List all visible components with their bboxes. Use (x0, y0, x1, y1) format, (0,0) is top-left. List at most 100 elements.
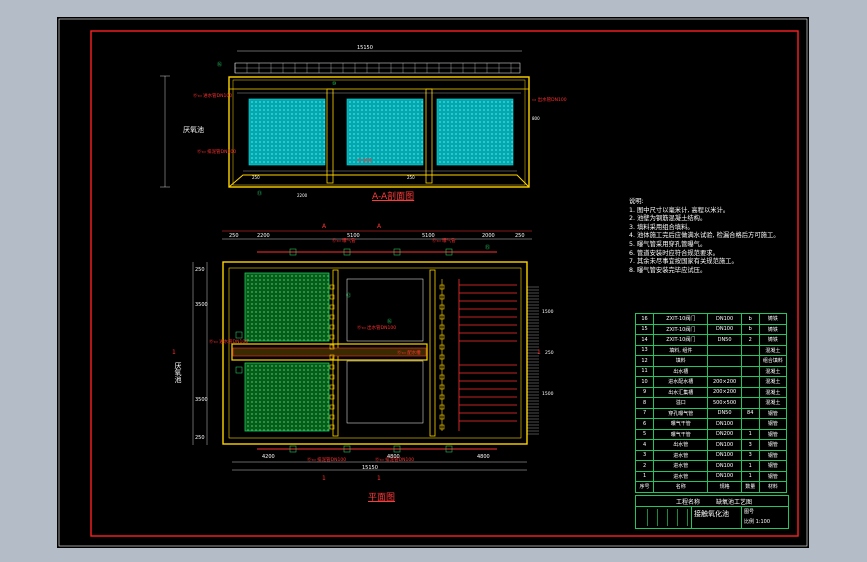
parts-table-cell: DN100 (707, 439, 742, 451)
parts-table-cell: 钢管 (758, 460, 788, 472)
parts-table-cell: 名称 (653, 481, 709, 493)
svg-text:1: 1 (172, 349, 176, 356)
parts-table-cell (707, 365, 742, 377)
parts-table-cell: 6 (634, 418, 655, 430)
parts-table-cell: 数量 (740, 481, 760, 493)
dim-top-1: 250 (229, 233, 239, 239)
parts-table-row: 7 穿孔曝气管 DN50 84 钢管 (634, 407, 788, 419)
svg-text:1: 1 (322, 475, 326, 482)
plan-bottom-dimension: 15150 (362, 465, 378, 471)
parts-table-cell: DN50 (707, 334, 742, 346)
parts-table-cell: ZXIT-10阀门 (653, 334, 709, 346)
parts-table-cell: 填料 (653, 355, 709, 367)
parts-table-row: 12 填料 组合填料 (634, 355, 788, 367)
svg-text:Ⓞ▭ 排泥管DN100: Ⓞ▭ 排泥管DN100 (197, 148, 236, 155)
svg-text:2200: 2200 (297, 193, 308, 198)
svg-text:⑮: ⑮ (485, 244, 490, 251)
note-line: 6. 管道安装时应符合规范要求。 (629, 249, 719, 257)
parts-table-cell: 1 (634, 470, 655, 482)
svg-text:⑩: ⑩ (332, 81, 337, 87)
parts-table-cell: 进水配水槽 (653, 376, 709, 388)
svg-text:Ⓞ▭ 进水管DN100: Ⓞ▭ 进水管DN100 (209, 338, 248, 345)
svg-text:250: 250 (545, 350, 554, 356)
dim-bottom-1: 4200 (262, 454, 275, 460)
parts-table-cell (740, 418, 760, 430)
section-view: Ⓞ▭ 进水管DN100 Ⓞ▭ 排泥管DN100 ▭ 出水管DN100 Ⓞ 溢流 … (160, 45, 567, 198)
svg-text:⑬: ⑬ (257, 190, 262, 197)
parts-table-row: 4 出水管 DN100 3 钢管 (634, 439, 788, 451)
title-sheet: 图号 (744, 509, 755, 515)
dim-top-5: 2000 (482, 233, 495, 239)
parts-table-cell: 混凝土 (758, 386, 788, 398)
note-line: 8. 曝气管安装完毕应试压。 (629, 266, 707, 274)
dim-top-2: 2200 (257, 233, 270, 239)
parts-table-cell: 14 (634, 334, 655, 346)
parts-table-cell (740, 365, 760, 377)
parts-table-cell: 15 (634, 323, 655, 335)
parts-table-row: 13 填料, 组件 混凝土 (634, 344, 788, 356)
parts-table-cell: DN100 (707, 460, 742, 472)
parts-table-cell: b (740, 323, 760, 335)
parts-table-row: 2 进水管 DN100 1 钢管 (634, 460, 788, 472)
parts-table-cell: DN50 (707, 407, 742, 419)
parts-table-cell: 进水管 (653, 449, 709, 461)
parts-table-cell: 进水管 (653, 470, 709, 482)
svg-text:1: 1 (537, 349, 541, 356)
svg-text:▭ 出水管DN100: ▭ 出水管DN100 (532, 96, 567, 103)
parts-table-cell: 3 (740, 439, 760, 451)
parts-table-cell: ZXIT-10阀门 (653, 313, 709, 325)
section-top-dimension: 15150 (357, 45, 373, 51)
parts-table-cell: 混凝土 (758, 397, 788, 409)
parts-table-cell: 2 (634, 460, 655, 472)
svg-text:Ⓞ▭ 曝气管: Ⓞ▭ 曝气管 (432, 237, 456, 244)
svg-text:Ⓞ▭ 配水槽: Ⓞ▭ 配水槽 (397, 349, 421, 356)
parts-table-cell: 9 (634, 386, 655, 398)
plan-view: A A 1 1 1 1 Ⓞ▭ 出水管DN100 Ⓞ▭ 进水管DN100 Ⓞ▭ 配… (172, 223, 554, 482)
svg-text:250: 250 (252, 175, 260, 180)
parts-table-row: 5 曝气干管 DN200 1 钢管 (634, 428, 788, 440)
dim-left-2: 3500 (195, 302, 208, 308)
parts-table-row: 1 进水管 DN100 1 钢管 (634, 470, 788, 482)
parts-table-cell: b (740, 313, 760, 325)
note-line: 4. 池体施工完后应做满水试验, 检漏合格后方可施工。 (629, 232, 780, 240)
parts-table-cell: 铸铁 (758, 323, 788, 335)
parts-table-cell: ZXIT-10阀门 (653, 323, 709, 335)
parts-table-cell: 钢管 (758, 449, 788, 461)
parts-table-cell: 进水管 (653, 460, 709, 472)
parts-table-row: 3 进水管 DN100 3 钢管 (634, 449, 788, 461)
svg-text:1: 1 (377, 475, 381, 482)
parts-table-cell: DN100 (707, 449, 742, 461)
tank-label-plan: 厌氧池 (174, 362, 182, 383)
parts-table-cell: 10 (634, 376, 655, 388)
parts-table-cell: 4 (634, 439, 655, 451)
parts-table-cell: 1 (740, 428, 760, 440)
svg-text:250: 250 (407, 175, 415, 180)
parts-table-cell: 出水汇集槽 (653, 386, 709, 398)
parts-table-cell: 钢管 (758, 418, 788, 430)
dim-left-3: 3500 (195, 397, 208, 403)
parts-table-cell (740, 397, 760, 409)
title-tank: 接触氧化池 (694, 510, 729, 518)
parts-table-cell: 11 (634, 365, 655, 377)
parts-table-cell (740, 386, 760, 398)
parts-table-cell: 12 (634, 355, 655, 367)
title-project: 工程名称 (676, 499, 701, 506)
parts-table-cell: 曝气干管 (653, 418, 709, 430)
dim-bottom-2: 4800 (387, 454, 400, 460)
parts-table-cell: 84 (740, 407, 760, 419)
drawing-notes: 说明: 1. 图中尺寸以毫米计, 高程以米计。 2. 池壁为钢筋混凝土结构。 3… (629, 198, 801, 275)
svg-text:⑯: ⑯ (217, 61, 222, 68)
dim-left-1: 250 (195, 267, 205, 273)
svg-text:⑫: ⑫ (346, 292, 351, 299)
tank-label-section: 厌氧池 (183, 126, 204, 134)
parts-table-cell: 钢管 (758, 428, 788, 440)
parts-table-cell: 钢管 (758, 407, 788, 419)
parts-table-cell: 钢管 (758, 470, 788, 482)
parts-table-cell: DN100 (707, 323, 742, 335)
parts-table-cell (707, 355, 742, 367)
parts-table-row: 6 曝气干管 DN100 钢管 (634, 418, 788, 430)
dim-top-4: 5100 (422, 233, 435, 239)
parts-table-row: 10 进水配水槽 200×200 混凝土 (634, 376, 788, 388)
parts-table-cell: 出水槽 (653, 365, 709, 377)
parts-table: 16 ZXIT-10阀门 DN100 b 铸铁 15 ZXIT-10阀门 DN100 b 铸铁 14… (634, 313, 788, 493)
